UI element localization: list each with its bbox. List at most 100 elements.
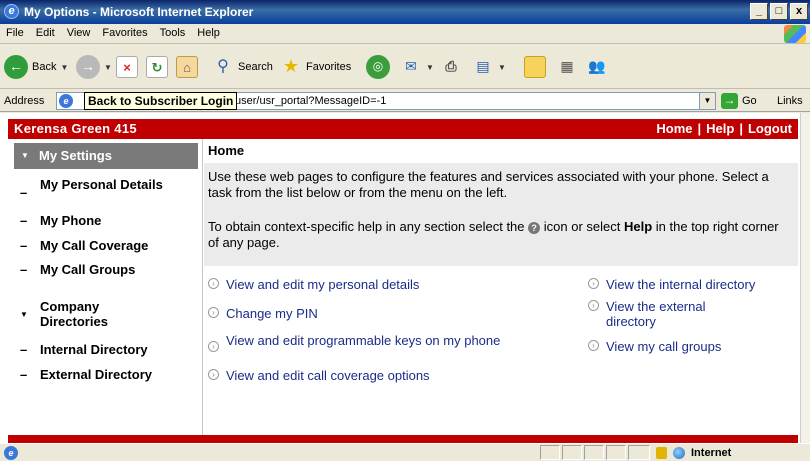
messenger-icon: 👥 xyxy=(588,58,606,74)
task-link-label: View and edit programmable keys on my ph… xyxy=(226,333,501,348)
forward-button[interactable]: → ▼ xyxy=(76,52,112,82)
main-panel: Home Use these web pages to configure th… xyxy=(204,139,798,439)
logout-link[interactable]: Logout xyxy=(748,121,792,136)
arrow-circle-icon: › xyxy=(208,307,219,318)
security-zone: Internet xyxy=(652,445,804,460)
stop-button[interactable]: × xyxy=(116,52,138,82)
help-text: To obtain context-specific help in any s… xyxy=(208,219,788,251)
edit-dropdown-icon[interactable]: ▼ xyxy=(498,63,506,72)
refresh-icon: ↻ xyxy=(146,56,168,78)
edit-icon: ▤ xyxy=(476,58,490,74)
title-bar: e My Options - Microsoft Internet Explor… xyxy=(0,0,810,24)
help-link[interactable]: Help xyxy=(706,121,734,136)
status-bar: e Internet xyxy=(0,443,810,461)
main-header: Home xyxy=(204,139,798,163)
sidebar-item-label: My Phone xyxy=(40,213,102,228)
address-label: Address xyxy=(4,95,45,107)
edit-button[interactable]: ▤ ▼ xyxy=(472,52,506,82)
sidebar-section-my-settings[interactable]: ▼ My Settings xyxy=(14,143,198,169)
menu-help[interactable]: Help xyxy=(191,24,226,39)
intro-text: Use these web pages to configure the fea… xyxy=(208,169,769,200)
dash-icon: – xyxy=(20,367,28,382)
vertical-scrollbar[interactable] xyxy=(800,113,810,443)
globe-icon xyxy=(673,446,685,459)
link-separator: | xyxy=(697,121,702,136)
menu-bar: File Edit View Favorites Tools Help xyxy=(0,24,810,44)
sidebar-item-label: My Call Groups xyxy=(40,262,136,277)
menu-view[interactable]: View xyxy=(61,24,97,39)
menu-favorites[interactable]: Favorites xyxy=(96,24,153,39)
print-icon: ⎙ xyxy=(445,58,457,74)
task-link-label: View the internal directory xyxy=(606,277,756,292)
page-icon: e xyxy=(59,94,73,108)
arrow-circle-icon: › xyxy=(208,278,219,289)
address-dropdown-icon[interactable]: ▼ xyxy=(699,93,715,109)
home-link[interactable]: Home xyxy=(656,121,692,136)
ie-logo-icon: e xyxy=(4,4,19,19)
help-text-bold: Help xyxy=(623,219,653,234)
dash-icon: – xyxy=(20,213,28,228)
task-link-label: View the external directory xyxy=(606,299,706,329)
mail-button[interactable]: ✉ ▼ xyxy=(400,52,434,82)
expanded-triangle-icon: ▼ xyxy=(20,310,28,319)
arrow-circle-icon: › xyxy=(208,369,219,380)
search-icon: ⚲ xyxy=(217,58,229,75)
menu-edit[interactable]: Edit xyxy=(30,24,61,39)
page-content: Kerensa Green 415 Home | Help | Logout ▼ My … xyxy=(0,113,800,443)
back-dropdown-icon[interactable]: ▼ xyxy=(60,63,68,72)
search-button[interactable]: ⚲ Search xyxy=(212,52,273,82)
menu-tools[interactable]: Tools xyxy=(154,24,192,39)
mail-icon: ✉ xyxy=(405,58,417,74)
status-pane xyxy=(540,445,560,460)
mail-dropdown-icon[interactable]: ▼ xyxy=(426,63,434,72)
arrow-circle-icon: › xyxy=(588,340,599,351)
close-button[interactable]: x xyxy=(790,3,808,20)
maximize-button[interactable]: □ xyxy=(770,3,788,20)
window-controls: _ □ x xyxy=(750,3,808,20)
arrow-circle-icon: › xyxy=(588,300,599,311)
forward-dropdown-icon[interactable]: ▼ xyxy=(104,63,112,72)
sidebar-item-label: My Personal Details xyxy=(40,177,163,192)
refresh-button[interactable]: ↻ xyxy=(146,52,168,82)
favorites-button[interactable]: ★ Favorites xyxy=(280,52,351,82)
back-label: Back xyxy=(32,61,57,73)
help-text-part: icon or select xyxy=(543,219,621,234)
minimize-button[interactable]: _ xyxy=(750,3,768,20)
print-button[interactable]: ⎙ xyxy=(440,52,462,82)
section-label: Company Directories xyxy=(40,299,108,329)
arrow-circle-icon: › xyxy=(588,278,599,289)
messenger-button[interactable]: 👥 xyxy=(586,52,608,82)
back-arrow-icon: ← xyxy=(4,55,28,79)
page-title: Home xyxy=(208,143,245,158)
links-button[interactable]: Links xyxy=(777,95,803,107)
menu-file[interactable]: File xyxy=(0,24,30,39)
section-label: My Settings xyxy=(39,148,112,163)
discuss-button[interactable] xyxy=(524,52,546,82)
dash-icon: – xyxy=(20,238,28,253)
status-page-icon: e xyxy=(4,446,18,460)
window-title: My Options - Microsoft Internet Explorer xyxy=(24,5,254,19)
home-icon: ⌂ xyxy=(176,56,198,78)
dash-icon: – xyxy=(20,342,28,357)
windows-logo-icon xyxy=(784,25,806,43)
go-button[interactable]: → Go xyxy=(721,93,757,109)
task-link-label: View and edit my personal details xyxy=(226,277,420,292)
go-arrow-icon: → xyxy=(721,93,738,109)
task-links: › View and edit my personal details › Ch… xyxy=(204,275,798,435)
help-question-icon: ? xyxy=(528,222,541,234)
media-button[interactable]: ◎ xyxy=(366,52,390,82)
home-button[interactable]: ⌂ xyxy=(176,52,198,82)
back-button[interactable]: ← Back ▼ xyxy=(4,52,68,82)
address-url: user/usr_portal?MessageID=-1 xyxy=(235,95,387,107)
intro-box: Use these web pages to configure the fea… xyxy=(204,163,798,266)
search-label: Search xyxy=(238,61,273,73)
user-name: Kerensa Green 415 xyxy=(14,121,137,136)
help-text-part: To obtain context-specific help in any s… xyxy=(208,219,525,234)
favorites-star-icon: ★ xyxy=(282,56,300,76)
status-pane xyxy=(628,445,650,460)
status-pane xyxy=(562,445,582,460)
go-label: Go xyxy=(742,95,757,107)
research-button[interactable]: ▦ xyxy=(556,52,578,82)
dash-icon: – xyxy=(20,185,28,200)
link-tooltip: Back to Subscriber Login xyxy=(84,92,238,110)
